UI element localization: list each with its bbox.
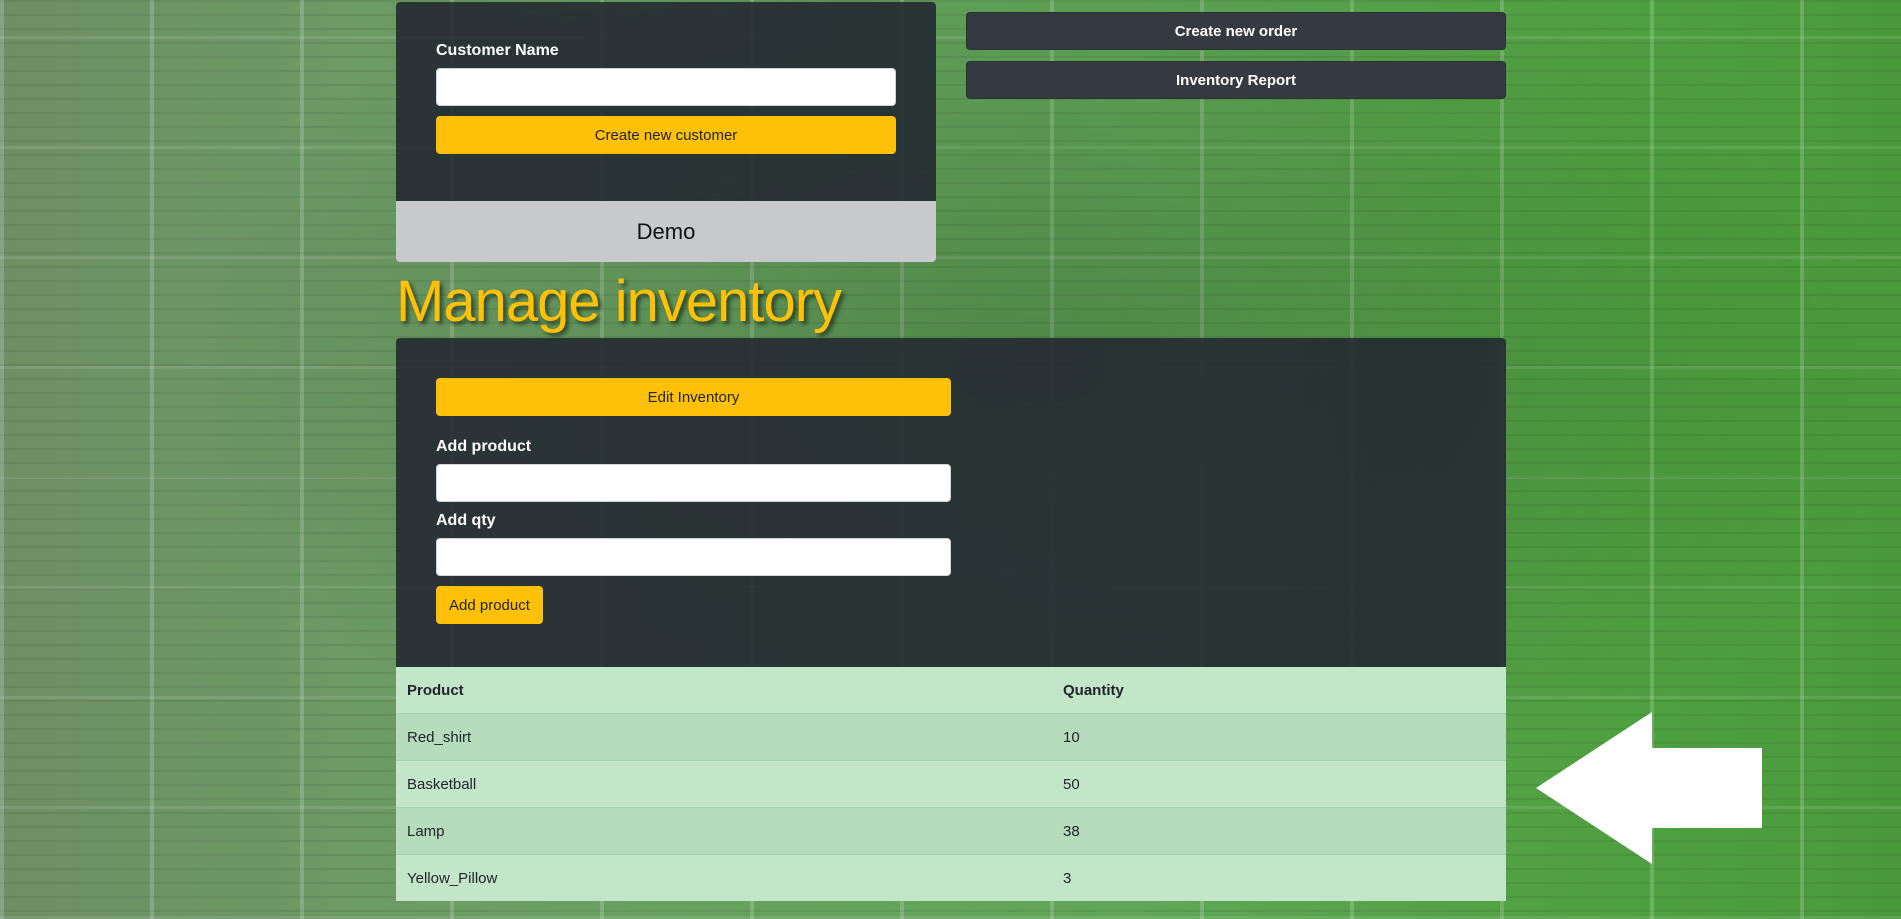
add-product-label: Add product [436, 438, 532, 455]
add-product-input[interactable] [436, 464, 951, 502]
customer-panel: Customer Name Create new customer [396, 2, 936, 201]
product-cell: Yellow_Pillow [396, 854, 1052, 901]
inventory-panel: Edit Inventory Add product Add qty Add p… [396, 338, 1506, 667]
quantity-cell: 38 [1052, 807, 1506, 855]
inventory-report-button[interactable]: Inventory Report [966, 61, 1506, 99]
add-qty-label: Add qty [436, 512, 496, 529]
quantity-cell: 3 [1052, 854, 1506, 901]
column-header-product: Product [396, 667, 1052, 714]
customer-name-label: Customer Name [436, 42, 559, 59]
left-arrow-icon [1536, 712, 1762, 864]
inventory-form: Edit Inventory Add product Add qty Add p… [436, 378, 951, 624]
page-title: Manage inventory [396, 269, 842, 334]
table-header-row: Product Quantity [396, 667, 1506, 714]
add-qty-input[interactable] [436, 538, 951, 576]
quantity-cell: 50 [1052, 760, 1506, 808]
customer-name-input[interactable] [436, 68, 896, 106]
product-cell: Basketball [396, 760, 1052, 808]
table-row: Basketball 50 [396, 760, 1506, 808]
inventory-table: Product Quantity Red_shirt 10 Basketball… [396, 667, 1506, 901]
product-cell: Lamp [396, 807, 1052, 855]
create-order-button[interactable]: Create new order [966, 12, 1506, 50]
table-row: Yellow_Pillow 3 [396, 854, 1506, 901]
edit-inventory-button[interactable]: Edit Inventory [436, 378, 951, 416]
selected-customer: Demo [396, 201, 936, 262]
quantity-cell: 10 [1052, 713, 1506, 761]
table-row: Red_shirt 10 [396, 713, 1506, 761]
product-cell: Red_shirt [396, 713, 1052, 761]
add-product-button[interactable]: Add product [436, 586, 543, 624]
create-customer-button[interactable]: Create new customer [436, 116, 896, 154]
table-row: Lamp 38 [396, 807, 1506, 855]
column-header-quantity: Quantity [1052, 667, 1506, 714]
